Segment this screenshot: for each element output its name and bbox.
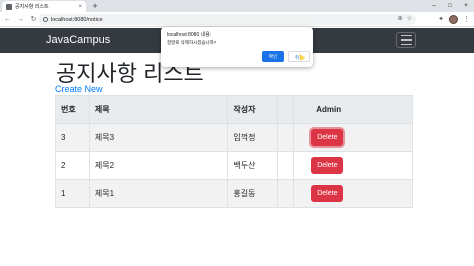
- header-title: 제목: [88, 95, 229, 124]
- row-title: 제목2: [88, 151, 229, 180]
- close-window-button[interactable]: ×: [458, 0, 474, 12]
- profile-avatar[interactable]: [449, 15, 458, 24]
- row-blank: [277, 179, 295, 208]
- table-row: 1 제목1 홍길동 Delete: [55, 179, 413, 208]
- row-number: 1: [55, 179, 90, 208]
- create-new-link[interactable]: Create New: [55, 84, 103, 94]
- delete-button[interactable]: Delete: [311, 185, 344, 202]
- confirm-dialog: localhost:8080 내용: 정말로 삭제하시겠습니까? 확인 취소: [161, 27, 313, 67]
- table-row: 2 제목2 백두산 Delete: [55, 151, 413, 180]
- forward-arrow-icon[interactable]: →: [15, 14, 26, 25]
- hamburger-menu-icon[interactable]: [396, 32, 416, 48]
- browser-tab[interactable]: 공지사항 리스트 ×: [2, 1, 86, 12]
- row-blank: [277, 123, 295, 152]
- row-blank: [277, 151, 295, 180]
- confirm-button[interactable]: 확인: [262, 51, 284, 62]
- window-controls: – □ ×: [426, 0, 474, 12]
- header-number: 번호: [55, 95, 90, 124]
- delete-button[interactable]: Delete: [311, 129, 344, 146]
- zoom-icon[interactable]: ⊕: [398, 14, 403, 25]
- delete-button[interactable]: Delete: [311, 157, 344, 174]
- header-blank: [277, 95, 295, 124]
- address-bar[interactable]: localhost:8080/notice ⊕ ☆: [38, 14, 416, 25]
- dialog-message: 정말로 삭제하시겠습니까?: [167, 40, 217, 45]
- tab-title: 공지사항 리스트: [15, 4, 49, 10]
- row-admin: Delete: [293, 179, 413, 208]
- page-icon: [6, 3, 12, 10]
- header-admin: Admin: [293, 95, 413, 124]
- notice-table: 번호 제목 작성자 Admin 3 제목3 임꺽정 Delete 2 제목2 백…: [55, 95, 413, 208]
- new-tab-button[interactable]: +: [90, 1, 100, 11]
- row-writer: 백두산: [227, 151, 279, 180]
- dialog-title: localhost:8080 내용:: [167, 32, 212, 38]
- row-title: 제목1: [88, 179, 229, 208]
- browser-toolbar: ← → ↻ localhost:8080/notice ⊕ ☆ ✦ ⋮: [0, 12, 474, 27]
- star-icon[interactable]: ☆: [407, 14, 412, 25]
- menu-kebab-icon[interactable]: ⋮: [463, 14, 470, 25]
- minimize-button[interactable]: –: [426, 0, 442, 12]
- row-admin: Delete: [293, 151, 413, 180]
- row-number: 2: [55, 151, 90, 180]
- browser-tabstrip: 공지사항 리스트 × + – □ ×: [0, 0, 474, 12]
- header-writer: 작성자: [227, 95, 279, 124]
- row-writer: 홍길동: [227, 179, 279, 208]
- maximize-button[interactable]: □: [442, 0, 458, 12]
- table-header-row: 번호 제목 작성자 Admin: [55, 95, 413, 124]
- site-info-icon[interactable]: [43, 17, 48, 22]
- row-writer: 임꺽정: [227, 123, 279, 152]
- extensions-icon[interactable]: ✦: [438, 14, 444, 25]
- row-number: 3: [55, 123, 90, 152]
- row-title: 제목3: [88, 123, 229, 152]
- navbar-brand[interactable]: JavaCampus: [46, 34, 110, 46]
- table-row: 3 제목3 임꺽정 Delete: [55, 123, 413, 152]
- tab-close-icon[interactable]: ×: [78, 4, 82, 10]
- row-admin: Delete: [293, 123, 413, 152]
- back-arrow-icon[interactable]: ←: [2, 14, 13, 25]
- url-text[interactable]: localhost:8080/notice: [51, 17, 103, 23]
